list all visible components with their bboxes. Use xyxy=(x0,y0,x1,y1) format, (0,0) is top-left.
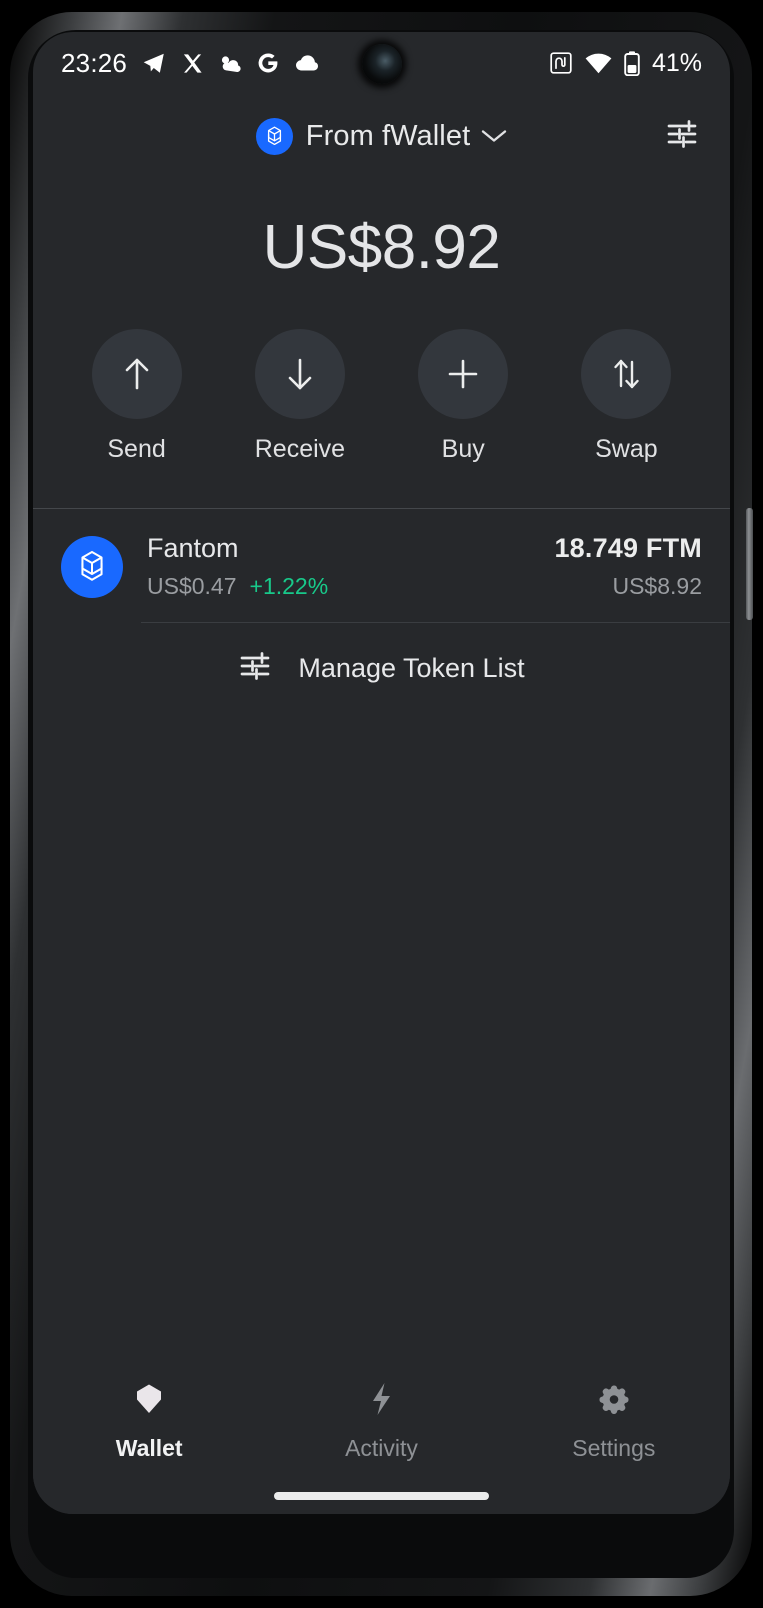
arrow-down-icon xyxy=(254,329,345,419)
fantom-logo-icon xyxy=(61,535,123,598)
nav-label-settings: Settings xyxy=(572,1435,656,1461)
power-button[interactable] xyxy=(746,508,753,620)
token-price-row: US$0.47 +1.22% xyxy=(147,573,328,600)
nav-item-wallet[interactable]: Wallet xyxy=(33,1380,265,1462)
nfc-icon xyxy=(549,51,573,75)
google-g-icon xyxy=(256,51,280,75)
nav-label-wallet: Wallet xyxy=(115,1435,183,1461)
tune-sliders-icon xyxy=(665,119,699,154)
app-content: From fWallet US$8.92 Send Receive Buy Sw… xyxy=(33,94,730,1514)
weather-partly-cloudy-icon xyxy=(218,54,242,72)
wallet-name-label: From fWallet xyxy=(305,119,471,152)
status-bar-clock: 23:26 xyxy=(61,47,128,78)
token-balance: 18.749 FTM US$8.92 xyxy=(554,533,702,600)
wifi-icon xyxy=(585,53,612,74)
battery-icon xyxy=(624,50,640,76)
settings-tune-button[interactable] xyxy=(660,114,704,158)
lightning-bolt-icon xyxy=(361,1380,401,1423)
swap-button[interactable]: Swap xyxy=(581,329,672,464)
tune-sliders-icon xyxy=(238,651,272,686)
front-camera-punch-hole xyxy=(361,44,402,84)
send-button[interactable]: Send xyxy=(91,329,182,464)
receive-label: Receive xyxy=(254,435,346,463)
token-info: Fantom US$0.47 +1.22% xyxy=(147,533,328,600)
wallet-selector-button[interactable]: From fWallet xyxy=(255,117,507,155)
manage-token-list-button[interactable]: Manage Token List xyxy=(33,623,730,716)
receive-button[interactable]: Receive xyxy=(255,329,345,464)
nav-label-activity: Activity xyxy=(345,1435,418,1461)
phone-screen: 23:26 41% From fWallet US$8.92 Send Rece… xyxy=(33,32,730,1514)
send-label: Send xyxy=(107,435,166,463)
bottom-navigation-bar: Wallet Activity Settings xyxy=(33,1358,730,1472)
battery-percent-label: 41% xyxy=(651,48,702,77)
x-twitter-icon xyxy=(181,52,204,75)
arrow-up-icon xyxy=(91,329,182,419)
token-price-label: US$0.47 xyxy=(147,573,237,599)
table-row[interactable]: Fantom US$0.47 +1.22% 18.749 FTM US$8.92 xyxy=(33,509,730,622)
home-indicator[interactable] xyxy=(274,1492,489,1500)
token-name-label: Fantom xyxy=(147,533,239,563)
cloud-icon xyxy=(294,54,320,72)
quick-actions-row: Send Receive Buy Swap xyxy=(33,329,730,464)
token-amount-label: 18.749 FTM xyxy=(554,533,702,563)
swap-arrows-icon xyxy=(581,329,672,419)
gem-diamond-icon xyxy=(129,1380,169,1423)
manage-token-list-label: Manage Token List xyxy=(298,653,525,683)
nav-item-settings[interactable]: Settings xyxy=(498,1380,730,1462)
app-header: From fWallet xyxy=(33,94,730,178)
buy-label: Buy xyxy=(441,435,485,463)
buy-button[interactable]: Buy xyxy=(418,329,509,464)
token-change-badge: +1.22% xyxy=(249,573,329,599)
token-fiat-value-label: US$8.92 xyxy=(612,573,702,599)
screenshot-root: 23:26 41% From fWallet US$8.92 Send Rece… xyxy=(0,0,763,1608)
telegram-icon xyxy=(141,50,167,76)
swap-label: Swap xyxy=(595,435,658,463)
status-bar: 23:26 41% xyxy=(33,32,730,94)
fantom-logo-icon xyxy=(255,117,293,155)
status-bar-left: 23:26 xyxy=(61,48,320,79)
gear-icon xyxy=(594,1380,634,1423)
status-bar-right: 41% xyxy=(549,49,702,78)
nav-item-activity[interactable]: Activity xyxy=(265,1380,497,1462)
plus-icon xyxy=(418,329,509,419)
token-list: Fantom US$0.47 +1.22% 18.749 FTM US$8.92 xyxy=(33,509,730,622)
chevron-down-icon xyxy=(481,128,507,144)
total-balance-amount: US$8.92 xyxy=(262,213,501,282)
